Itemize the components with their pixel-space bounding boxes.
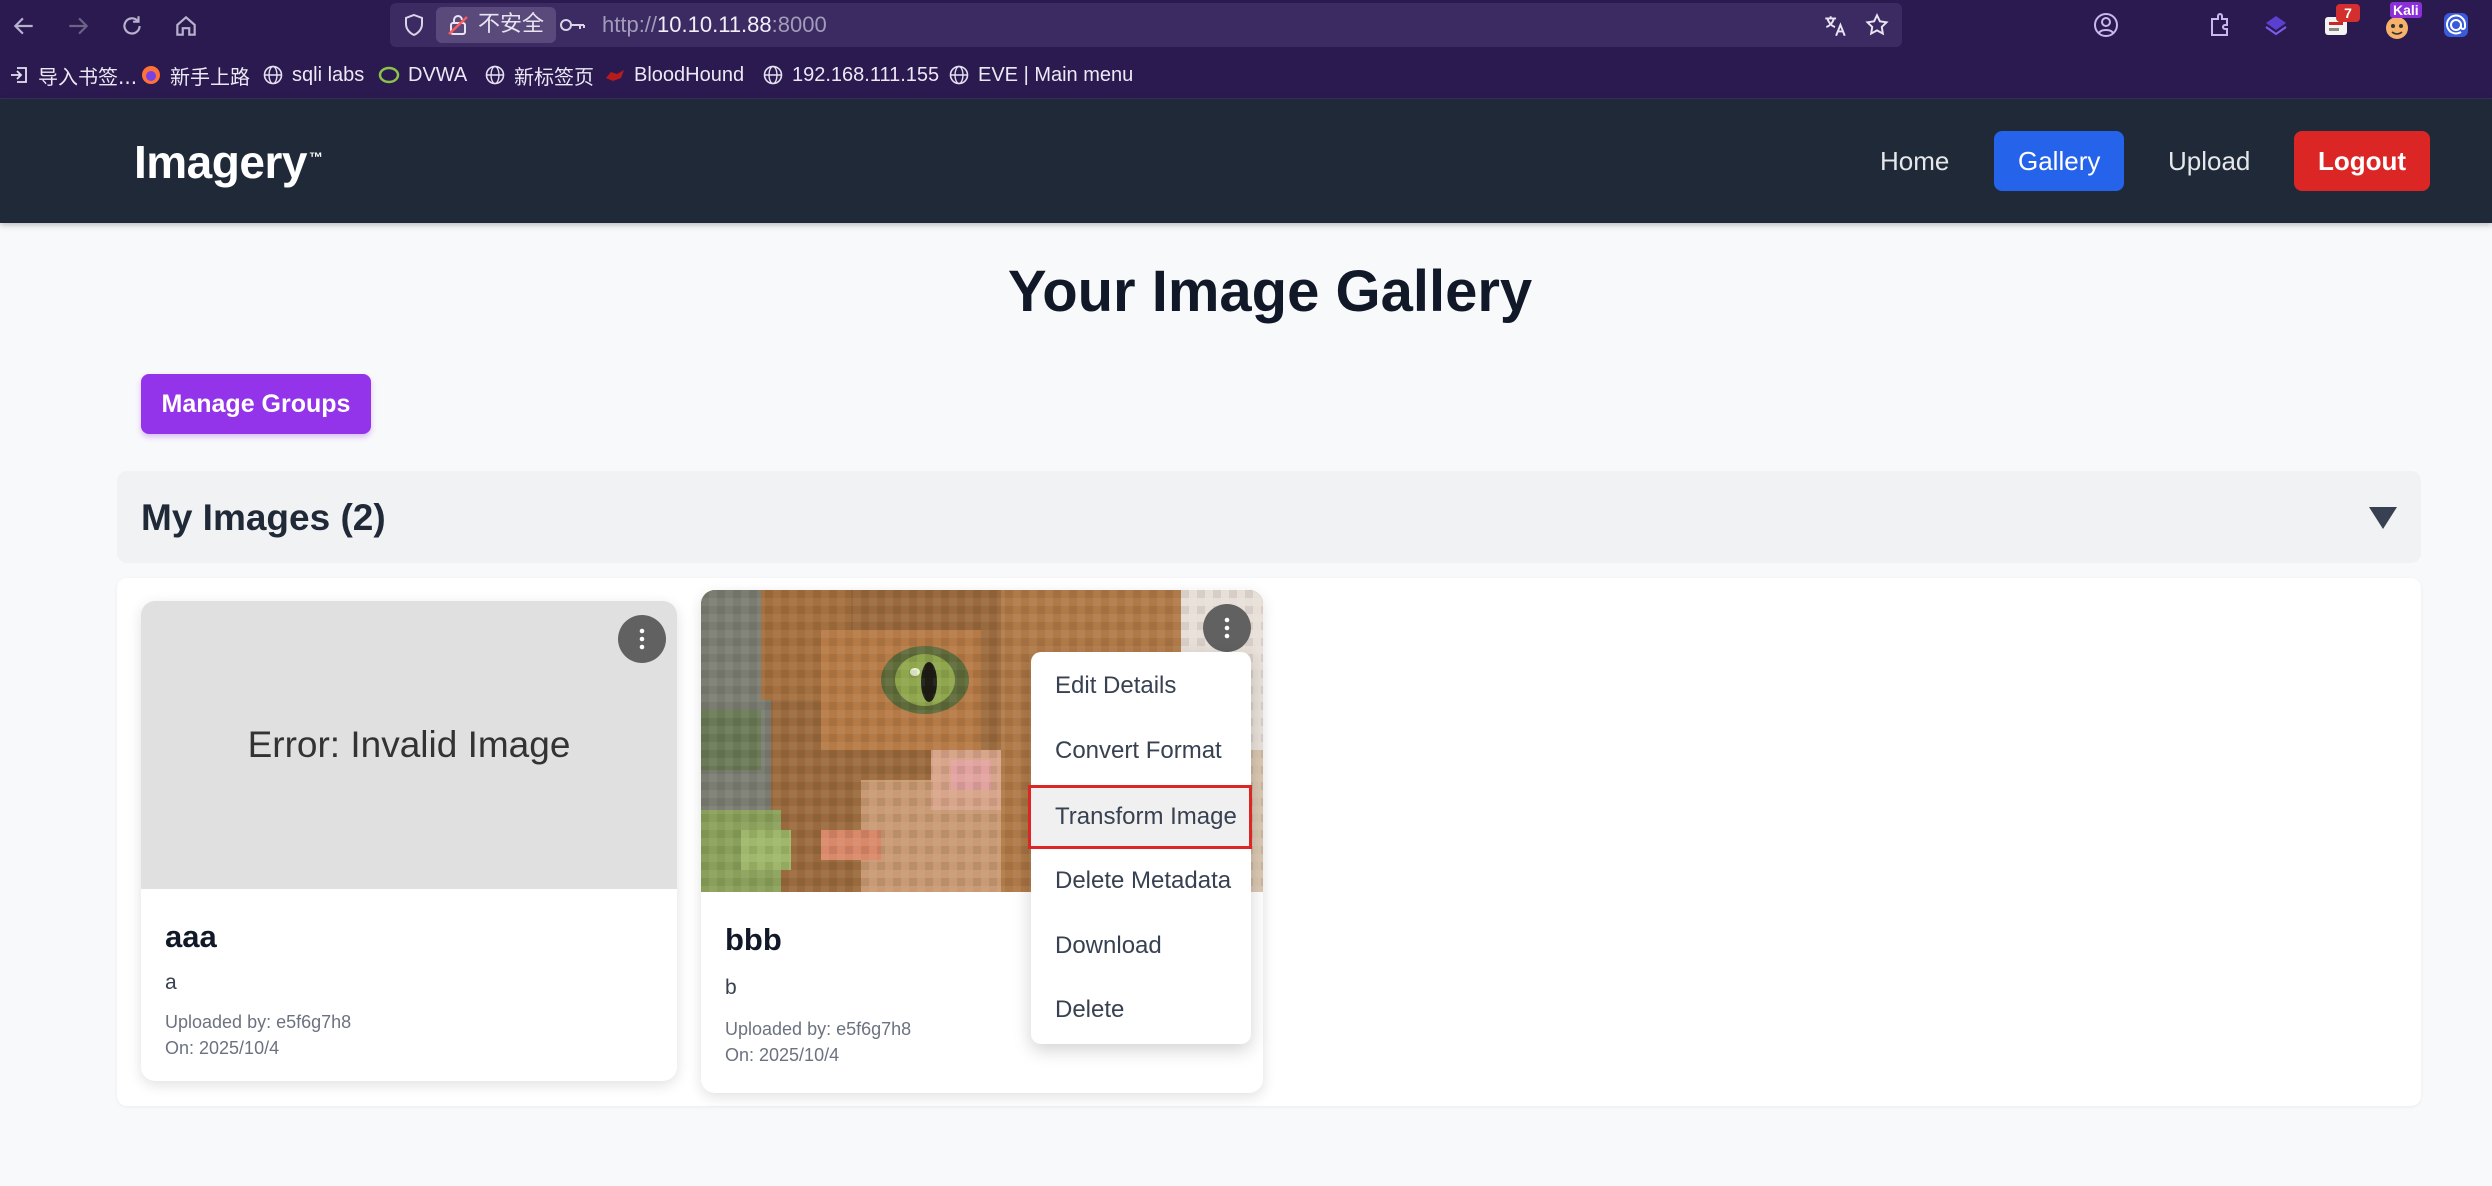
bookmark-dvwa[interactable]: DVWA	[378, 52, 467, 98]
globe-icon	[485, 65, 505, 85]
globe-icon	[263, 65, 283, 85]
brand-name: Imagery	[134, 136, 307, 188]
extension-badge-count: 7	[2336, 4, 2360, 22]
image-card: Error: Invalid Image aaa a Uploaded by: …	[141, 601, 677, 1081]
card-description: a	[165, 971, 177, 994]
my-images-section-header[interactable]: My Images (2)	[117, 471, 2421, 563]
account-icon[interactable]	[2092, 11, 2120, 39]
card-title: aaa	[165, 919, 217, 954]
bookmark-bloodhound[interactable]: BloodHound	[604, 52, 744, 98]
profile-label: Kali	[2390, 2, 2422, 18]
insecure-connection-badge[interactable]: 不安全	[436, 7, 557, 43]
bookmark-label: 新手上路	[170, 64, 250, 89]
bloodhound-icon	[606, 70, 624, 81]
menu-item-delete[interactable]: Delete	[1031, 978, 1251, 1042]
site-header: Imagery ™ Home Gallery Upload Logout	[0, 99, 2492, 223]
card-uploaded-by: Uploaded by: e5f6g7h8	[725, 1019, 912, 1039]
brand-trademark: ™	[308, 149, 323, 165]
address-bar[interactable]: 不安全 http://10.10.11.88:8000	[390, 3, 1902, 47]
bookmark-label: BloodHound	[634, 63, 745, 86]
nav-home[interactable]: Home	[1856, 131, 1973, 191]
kebab-menu-icon	[639, 628, 645, 650]
profile-kali-icon[interactable]: Kali	[2382, 2, 2422, 41]
page-title: Your Image Gallery	[1007, 259, 1533, 324]
card-options-button[interactable]	[618, 615, 666, 663]
globe-icon	[763, 65, 783, 85]
extensions-icon[interactable]	[2206, 11, 2234, 39]
insecure-label: 不安全	[478, 12, 545, 37]
forward-icon[interactable]	[60, 8, 96, 44]
image-options-menu: Edit Details Convert Format Transform Im…	[1028, 652, 1252, 1044]
menu-item-edit-details[interactable]: Edit Details	[1031, 654, 1251, 718]
bookmark-label: DVWA	[408, 63, 468, 86]
url-prefix: http://	[602, 12, 658, 37]
card-title: bbb	[725, 922, 782, 957]
bookmark-label: EVE | Main menu	[978, 63, 1134, 86]
thumbnail-error-text: Error: Invalid Image	[247, 724, 571, 765]
lock-warning-icon	[448, 15, 468, 35]
bookmark-label: 导入书签...	[38, 64, 138, 89]
shield-icon[interactable]	[402, 13, 426, 37]
bookmark-sqli-labs[interactable]: sqli labs	[262, 52, 364, 98]
email-extension-icon[interactable]	[2442, 11, 2470, 39]
brand-logo[interactable]: Imagery ™	[134, 135, 323, 189]
layers-extension-icon[interactable]	[2262, 11, 2290, 39]
bookmark-192-168-111-155[interactable]: 192.168.111.155	[762, 52, 939, 98]
key-icon[interactable]	[558, 13, 586, 37]
import-icon	[11, 67, 27, 83]
globe-icon	[949, 65, 969, 85]
home-icon[interactable]	[168, 8, 204, 44]
nav-gallery[interactable]: Gallery	[1994, 131, 2125, 191]
menu-item-transform-image[interactable]: Transform Image	[1028, 785, 1252, 849]
bookmarks-bar: 导入书签... 新手上路 sqli labs DVWA 新标签页 BloodHo…	[0, 52, 2492, 99]
back-icon[interactable]	[6, 8, 42, 44]
logout-button[interactable]: Logout	[2294, 131, 2431, 191]
bookmark-label: 新标签页	[514, 64, 594, 89]
star-icon[interactable]	[1864, 12, 1890, 38]
bookmark-getting-started[interactable]: 新手上路	[140, 52, 250, 98]
url-text[interactable]: http://10.10.11.88:8000	[602, 3, 827, 47]
card-uploaded-by: Uploaded by: e5f6g7h8	[165, 1012, 352, 1032]
url-port: :8000	[771, 12, 827, 37]
card-upload-date: On: 2025/10/4	[725, 1045, 840, 1065]
bookmark-label: sqli labs	[292, 63, 365, 86]
bookmark-label: 192.168.111.155	[792, 63, 940, 86]
card-description: b	[725, 976, 737, 999]
card-options-button[interactable]	[1203, 604, 1251, 652]
card-upload-date: On: 2025/10/4	[165, 1038, 280, 1058]
firefox-icon	[142, 66, 160, 84]
menu-item-download[interactable]: Download	[1031, 914, 1251, 978]
menu-item-delete-metadata[interactable]: Delete Metadata	[1031, 849, 1251, 913]
menu-item-convert-format[interactable]: Convert Format	[1031, 719, 1251, 783]
notification-extension-icon[interactable]: 7	[2322, 4, 2360, 39]
collapse-triangle-icon[interactable]	[2369, 507, 2397, 529]
manage-groups-button[interactable]: Manage Groups	[141, 374, 371, 434]
bookmark-eve-main-menu[interactable]: EVE | Main menu	[948, 52, 1133, 98]
dvwa-icon	[378, 66, 400, 84]
image-thumbnail-error[interactable]: Error: Invalid Image	[141, 601, 677, 889]
translate-icon[interactable]	[1822, 13, 1848, 39]
section-title: My Images (2)	[141, 497, 386, 538]
nav-upload[interactable]: Upload	[2144, 131, 2274, 191]
reload-icon[interactable]	[114, 8, 150, 44]
bookmark-new-tab[interactable]: 新标签页	[484, 52, 594, 98]
kebab-menu-icon	[1224, 617, 1230, 639]
browser-toolbar: 不安全 http://10.10.11.88:8000 7 Kali	[0, 0, 2492, 52]
url-host: 10.10.11.88	[657, 12, 772, 37]
bookmark-import[interactable]: 导入书签...	[8, 52, 137, 98]
